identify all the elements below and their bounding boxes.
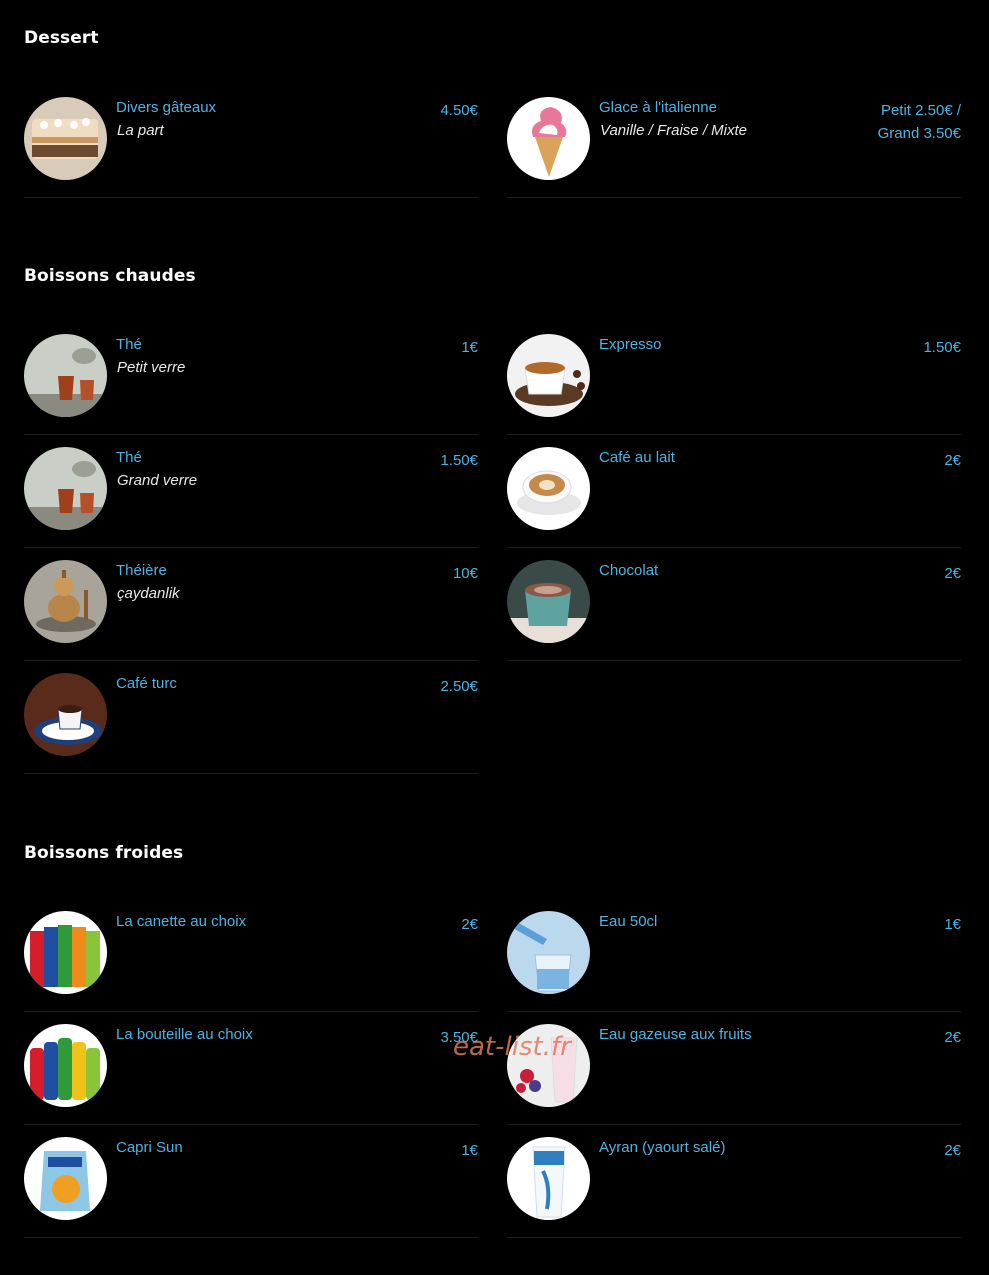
item-name: Capri Sun [116, 1139, 183, 1156]
item-name: Ayran (yaourt salé) [599, 1139, 726, 1156]
item-price: Petit 2.50€ / Grand 3.50€ [878, 99, 961, 145]
menu-item-canette[interactable]: La canette au choix 2€ [24, 899, 478, 1012]
item-description: Vanille / Fraise / Mixte [600, 122, 747, 139]
item-name: Expresso [599, 336, 662, 353]
menu-item-divers-gateaux[interactable]: Divers gâteaux La part 4.50€ [24, 85, 478, 198]
menu-item-the-petit[interactable]: Thé Petit verre 1€ [24, 322, 478, 435]
item-name: Thé [116, 336, 142, 353]
section-title-boissons-froides: Boissons froides [24, 843, 184, 863]
tea-glass-photo [24, 447, 107, 530]
item-price: 1€ [461, 339, 478, 356]
item-name: La canette au choix [116, 913, 247, 930]
item-description: Petit verre [117, 359, 186, 376]
item-name: Glace à l'italienne [599, 99, 717, 116]
item-price: 1€ [461, 1142, 478, 1159]
item-price: 2€ [461, 916, 478, 933]
item-name: Théière [116, 562, 167, 579]
menu-item-bouteille[interactable]: La bouteille au choix 3.50€ [24, 1012, 478, 1125]
item-price: 1.50€ [440, 452, 478, 469]
item-name: Eau gazeuse aux fruits [599, 1026, 752, 1043]
menu-item-the-grand[interactable]: Thé Grand verre 1.50€ [24, 435, 478, 548]
item-description: Grand verre [117, 472, 198, 489]
item-name: Eau 50cl [599, 913, 658, 930]
tea-glass-photo [24, 334, 107, 417]
item-name: Café au lait [599, 449, 675, 466]
item-price: 2€ [944, 1142, 961, 1159]
menu-item-ayran[interactable]: Ayran (yaourt salé) 2€ [507, 1125, 961, 1238]
menu-item-chocolat[interactable]: Chocolat 2€ [507, 548, 961, 661]
menu-item-eau-gazeuse[interactable]: Eau gazeuse aux fruits 2€ [507, 1012, 961, 1125]
section-title-boissons-chaudes: Boissons chaudes [24, 266, 196, 286]
item-price: 10€ [452, 565, 478, 582]
cake-slice-photo [24, 97, 107, 180]
item-description: La part [117, 122, 164, 139]
ayran-cup-photo [507, 1137, 590, 1220]
item-name: Divers gâteaux [116, 99, 217, 116]
teapot-photo [24, 560, 107, 643]
menu-item-expresso[interactable]: Expresso 1.50€ [507, 322, 961, 435]
menu-item-theiere[interactable]: Théière çaydanlik 10€ [24, 548, 478, 661]
espresso-cup-photo [507, 334, 590, 417]
water-pour-photo [507, 911, 590, 994]
item-name: Thé [116, 449, 142, 466]
soda-cans-photo [24, 911, 107, 994]
menu-item-capri-sun[interactable]: Capri Sun 1€ [24, 1125, 478, 1238]
item-name: Café turc [116, 675, 177, 692]
item-price: 2€ [944, 1029, 961, 1046]
turkish-coffee-photo [24, 673, 107, 756]
menu-item-cafe-turc[interactable]: Café turc 2.50€ [24, 661, 478, 774]
watermark: eat-list.fr [453, 1032, 571, 1062]
item-description: çaydanlik [117, 585, 180, 602]
price-large: Grand 3.50€ [877, 125, 961, 142]
item-name: Chocolat [599, 562, 659, 579]
item-price: 1.50€ [923, 339, 961, 356]
latte-cup-photo [507, 447, 590, 530]
capri-sun-photo [24, 1137, 107, 1220]
menu-item-cafe-au-lait[interactable]: Café au lait 2€ [507, 435, 961, 548]
price-small: Petit 2.50€ / [880, 102, 961, 119]
menu-item-eau-50cl[interactable]: Eau 50cl 1€ [507, 899, 961, 1012]
item-price: 2€ [944, 565, 961, 582]
item-price: 4.50€ [440, 102, 478, 119]
menu-item-glace-italienne[interactable]: Glace à l'italienne Vanille / Fraise / M… [507, 85, 961, 198]
item-price: 2.50€ [440, 678, 478, 695]
hot-chocolate-photo [507, 560, 590, 643]
soft-serve-cone-photo [507, 97, 590, 180]
item-name: La bouteille au choix [116, 1026, 253, 1043]
item-price: 1€ [944, 916, 961, 933]
item-price: 2€ [944, 452, 961, 469]
section-title-dessert: Dessert [24, 28, 99, 48]
soda-bottles-photo [24, 1024, 107, 1107]
